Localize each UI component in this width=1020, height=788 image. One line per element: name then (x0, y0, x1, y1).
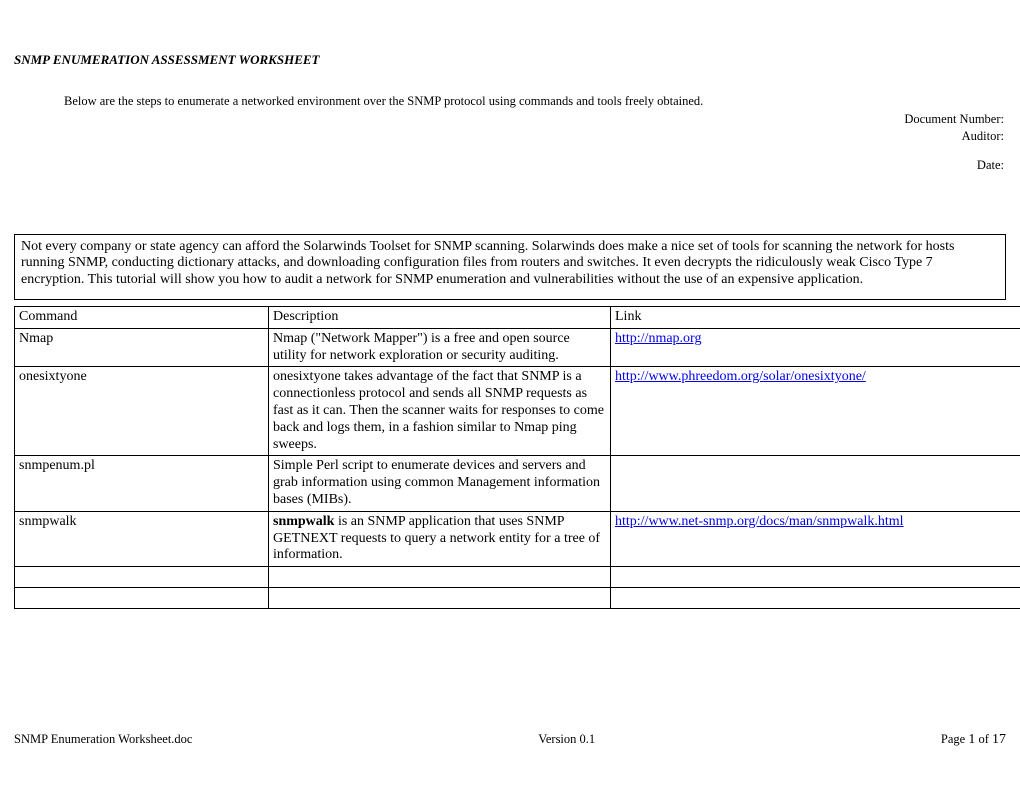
cell-command: snmpwalk (15, 511, 269, 566)
cell-link: http://www.phreedom.org/solar/onesixtyon… (611, 367, 1020, 456)
header-command: Command (15, 307, 269, 329)
cell-command: snmpenum.pl (15, 456, 269, 511)
table-row-empty (15, 588, 1020, 609)
table-row: Nmap Nmap ("Network Mapper") is a free a… (15, 328, 1020, 367)
cell-command: onesixtyone (15, 367, 269, 456)
cell-description: Nmap ("Network Mapper") is a free and op… (269, 328, 611, 367)
footer-page-prefix: Page (941, 732, 968, 746)
footer-page-total: 17 (992, 732, 1006, 747)
footer-page-middle: of (975, 732, 992, 746)
table-row: onesixtyone onesixtyone takes advantage … (15, 367, 1020, 456)
cell-link (611, 456, 1020, 511)
link-snmpwalk[interactable]: http://www.net-snmp.org/docs/man/snmpwal… (615, 514, 904, 529)
table-header-row: Command Description Link Appendix (15, 307, 1020, 329)
cell-description: snmpwalk is an SNMP application that use… (269, 511, 611, 566)
footer-filename: SNMP Enumeration Worksheet.doc (14, 732, 193, 747)
doc-number-label: Document Number: (14, 111, 1004, 128)
footer-version: Version 0.1 (538, 732, 595, 747)
cell-description: onesixtyone takes advantage of the fact … (269, 367, 611, 456)
cell-link: http://nmap.org (611, 328, 1020, 367)
table-row-empty (15, 567, 1020, 588)
cell-description: Simple Perl script to enumerate devices … (269, 456, 611, 511)
document-title: SNMP ENUMERATION ASSESSMENT WORKSHEET (14, 52, 1006, 68)
cell-link: http://www.net-snmp.org/docs/man/snmpwal… (611, 511, 1020, 566)
date-label: Date: (14, 157, 1004, 174)
footer-page: Page 1 of 17 (941, 732, 1006, 748)
commands-table: Command Description Link Appendix Nmap N… (14, 306, 1020, 609)
table-row: snmpenum.pl Simple Perl script to enumer… (15, 456, 1020, 511)
intro-paragraph: Not every company or state agency can af… (14, 234, 1006, 300)
link-nmap[interactable]: http://nmap.org (615, 331, 701, 346)
cell-command: Nmap (15, 328, 269, 367)
page-footer: SNMP Enumeration Worksheet.doc Version 0… (14, 732, 1006, 748)
meta-block: Document Number: Auditor: Date: (14, 111, 1004, 174)
link-onesixtyone[interactable]: http://www.phreedom.org/solar/onesixtyon… (615, 369, 866, 384)
header-link: Link (611, 307, 1020, 329)
document-subtitle: Below are the steps to enumerate a netwo… (64, 94, 1006, 109)
desc-bold-prefix: snmpwalk (273, 514, 334, 529)
header-description: Description (269, 307, 611, 329)
auditor-label: Auditor: (14, 128, 1004, 145)
table-row: snmpwalk snmpwalk is an SNMP application… (15, 511, 1020, 566)
